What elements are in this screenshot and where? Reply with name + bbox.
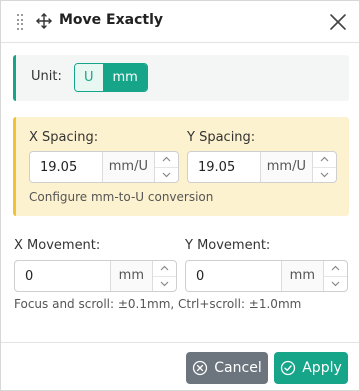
x-movement-label: X Movement:: [14, 238, 101, 253]
x-movement-field: mm: [14, 260, 177, 292]
x-movement-increment[interactable]: [153, 261, 176, 276]
unit-label: Unit:: [31, 69, 62, 84]
chevron-down-icon: [331, 281, 340, 287]
drag-handle-icon[interactable]: [17, 14, 23, 30]
chevron-up-icon: [320, 156, 329, 162]
cancel-button[interactable]: Cancel: [186, 352, 268, 384]
x-spacing-unit: mm/U: [101, 152, 154, 182]
chevron-up-icon: [331, 265, 340, 271]
x-movement-input[interactable]: [15, 261, 110, 291]
y-spacing-label: Y Spacing:: [187, 130, 256, 145]
chevron-down-icon: [160, 281, 169, 287]
chevron-down-icon: [162, 172, 171, 178]
movement-hint: Focus and scroll: ±0.1mm, Ctrl+scroll: ±…: [14, 297, 302, 311]
dialog-header: Move Exactly: [1, 1, 359, 43]
x-spacing-stepper: [154, 152, 178, 182]
apply-label: Apply: [302, 360, 342, 376]
dialog-title: Move Exactly: [59, 12, 164, 28]
x-movement-unit: mm: [109, 261, 152, 291]
unit-panel: Unit: U mm: [13, 55, 349, 101]
x-spacing-decrement[interactable]: [155, 166, 178, 183]
y-spacing-increment[interactable]: [313, 152, 336, 167]
x-movement-stepper: [152, 261, 176, 291]
y-spacing-input[interactable]: [188, 152, 260, 182]
y-spacing-field: mm/U: [187, 151, 337, 183]
close-icon[interactable]: [327, 11, 349, 33]
move-exactly-dialog: Move Exactly Unit: U mm X Spacing: mm/U: [0, 0, 360, 391]
apply-button[interactable]: Apply: [274, 352, 348, 384]
chevron-up-icon: [160, 265, 169, 271]
y-movement-input[interactable]: [186, 261, 281, 291]
x-spacing-increment[interactable]: [155, 152, 178, 167]
dialog-footer: Cancel Apply: [1, 342, 359, 390]
move-arrows-icon: [36, 13, 52, 29]
unit-option-mm[interactable]: mm: [103, 64, 147, 91]
y-spacing-unit: mm/U: [259, 152, 312, 182]
check-circle-icon: [281, 360, 296, 376]
unit-toggle: U mm: [74, 63, 148, 92]
spacing-panel: X Spacing: mm/U Y Spacing: mm/U: [13, 117, 349, 216]
cancel-circle-x-icon: [193, 360, 208, 376]
y-spacing-decrement[interactable]: [313, 166, 336, 183]
unit-option-u[interactable]: U: [75, 64, 104, 91]
y-movement-increment[interactable]: [324, 261, 347, 276]
y-movement-stepper: [323, 261, 347, 291]
y-spacing-stepper: [312, 152, 336, 182]
cancel-label: Cancel: [214, 360, 262, 376]
x-movement-decrement[interactable]: [153, 275, 176, 292]
chevron-down-icon: [320, 172, 329, 178]
y-movement-decrement[interactable]: [324, 275, 347, 292]
x-spacing-input[interactable]: [30, 152, 102, 182]
x-spacing-label: X Spacing:: [29, 130, 99, 145]
y-movement-label: Y Movement:: [185, 238, 271, 253]
x-spacing-field: mm/U: [29, 151, 179, 183]
chevron-up-icon: [162, 156, 171, 162]
spacing-hint: Configure mm-to-U conversion: [29, 190, 214, 204]
y-movement-unit: mm: [280, 261, 323, 291]
y-movement-field: mm: [185, 260, 348, 292]
